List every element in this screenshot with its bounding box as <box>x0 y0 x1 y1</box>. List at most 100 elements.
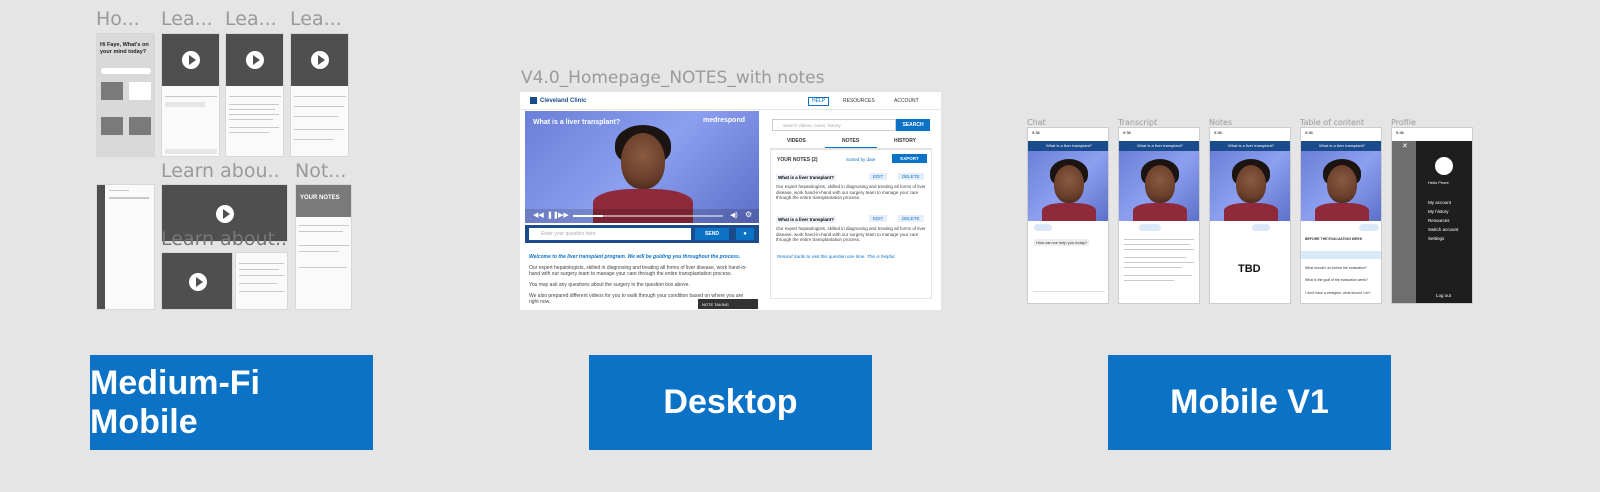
wireframe-learn-chat[interactable] <box>161 33 220 157</box>
label-profile[interactable]: Profile <box>1391 118 1416 127</box>
nav-resources[interactable]: RESOURCES <box>843 98 875 104</box>
toc-item[interactable]: I don't have a caregiver, what should I … <box>1305 291 1379 295</box>
wireframe-home[interactable]: Hi Faye, What's on your mind today? <box>96 33 155 157</box>
play-icon[interactable] <box>311 51 329 69</box>
wireframe-learn-transcript[interactable] <box>225 33 284 157</box>
chat-input[interactable] <box>165 149 217 154</box>
play-icon[interactable] <box>189 273 207 291</box>
avatar[interactable] <box>1435 157 1453 175</box>
medium-fi-mobile-button[interactable]: Medium-Fi Mobile <box>90 355 373 450</box>
delete-button[interactable]: DELETE <box>898 173 924 180</box>
phone-toc[interactable]: 9:36 What is a liver transplant? BEFORE … <box>1300 127 1382 304</box>
rewind-icon[interactable]: ◀◀ <box>533 211 544 219</box>
note-question[interactable]: What is a liver transplant? <box>776 216 837 223</box>
frame-label-learn-about[interactable]: Learn abou... <box>161 160 281 182</box>
phone-video[interactable] <box>1210 151 1290 221</box>
tab-chat[interactable] <box>1034 224 1052 231</box>
note-question[interactable]: What is a liver transplant? <box>776 174 837 181</box>
frame-label-desktop[interactable]: V4.0_Homepage_NOTES_with notes <box>521 68 824 88</box>
edit-button[interactable]: EDIT <box>869 173 888 180</box>
phone-transcript[interactable]: 9:36 What is a liver transplant? <box>1118 127 1200 304</box>
video-title: What is a liver transplant? <box>533 119 621 126</box>
search-button[interactable]: SEARCH <box>896 119 930 131</box>
wireframe-learn-notes[interactable] <box>290 33 349 157</box>
chat-input[interactable] <box>1033 291 1105 297</box>
play-icon[interactable] <box>182 51 200 69</box>
label-notes[interactable]: Notes <box>1209 118 1232 127</box>
toc-item-active[interactable] <box>1301 251 1381 259</box>
phone-video[interactable] <box>1301 151 1381 221</box>
notes-panel: YOUR NOTES (2) Sorted by date EXPORT Wha… <box>770 149 932 299</box>
label-toc[interactable]: Table of content <box>1300 118 1364 127</box>
tab-notes[interactable]: NOTES <box>842 138 859 144</box>
progress-bar[interactable] <box>573 215 723 217</box>
wireframe-transcript-panel[interactable] <box>235 252 288 310</box>
frame-label-learn-about-2[interactable]: Learn about... <box>161 228 286 250</box>
tab-content[interactable] <box>1359 224 1379 231</box>
phone-video[interactable] <box>1119 151 1199 221</box>
video-player[interactable]: What is a liver transplant? medrespond ◀… <box>525 111 759 223</box>
tab-notes[interactable] <box>1252 224 1270 231</box>
helpful-text[interactable]: Remind Sanbi to visit this question one … <box>777 254 927 259</box>
export-button[interactable]: EXPORT <box>892 154 927 163</box>
wireframe-notes[interactable]: YOUR NOTES <box>295 184 352 310</box>
video-controls[interactable]: ◀◀ ❚❚ ▶▶ ◀) ⚙ <box>525 209 759 223</box>
note-taking-toggle[interactable]: NOTE TAKING <box>698 299 758 309</box>
mobile-v1-button[interactable]: Mobile V1 <box>1108 355 1391 450</box>
logout-link[interactable]: Log out <box>1436 293 1451 298</box>
frame-label-learn-3[interactable]: Lea... <box>290 8 345 30</box>
wireframe-sidebar[interactable] <box>96 184 155 310</box>
search-input[interactable]: Search videos, notes, history <box>772 119 896 131</box>
phone-chat[interactable]: 9:36 What is a liver transplant? How can… <box>1027 127 1109 304</box>
menu-settings[interactable]: Settings <box>1428 236 1444 241</box>
phone-video[interactable] <box>1028 151 1108 221</box>
presenter-face <box>621 133 665 189</box>
chat-bubble <box>165 102 205 107</box>
settings-icon[interactable]: ⚙ <box>745 210 752 219</box>
menu-my-account[interactable]: My account <box>1428 200 1451 205</box>
tab-transcript[interactable] <box>1139 224 1161 231</box>
tab-videos[interactable]: VIDEOS <box>787 138 806 144</box>
send-button[interactable]: SEND <box>695 228 729 240</box>
play-icon[interactable] <box>216 205 234 223</box>
phone-notes[interactable]: 9:36 What is a liver transplant? TBD <box>1209 127 1291 304</box>
nav-account[interactable]: ACCOUNT <box>894 98 919 104</box>
mic-icon: ● <box>743 231 747 237</box>
home-tile[interactable] <box>101 117 123 135</box>
frame-label-learn-2[interactable]: Lea... <box>225 8 280 30</box>
toc-item[interactable]: What should I do before the evaluation? <box>1305 266 1379 270</box>
play-icon[interactable] <box>246 51 264 69</box>
label-chat[interactable]: Chat <box>1027 118 1046 127</box>
pause-icon[interactable]: ❚❚ <box>547 211 559 219</box>
frame-label-notes[interactable]: Not... <box>295 160 350 182</box>
question-input[interactable]: Enter your question here <box>529 228 691 240</box>
menu-resources[interactable]: Resources <box>1428 218 1450 223</box>
close-icon[interactable]: ✕ <box>1402 142 1408 150</box>
video-title: What is a liver transplant? <box>1228 143 1275 148</box>
cleveland-logo[interactable]: Cleveland Clinic <box>530 97 586 104</box>
tbd-text: TBD <box>1238 263 1261 275</box>
toc-item[interactable]: What is the goal of the evaluation week? <box>1305 278 1379 282</box>
wireframe-learn-about-small[interactable] <box>161 252 233 310</box>
frame-label-home[interactable]: Ho... <box>96 8 146 30</box>
toc-item[interactable]: BEFORE THE EVALUATION WEEK <box>1305 237 1362 241</box>
home-tile[interactable] <box>129 117 151 135</box>
volume-icon[interactable]: ◀) <box>730 211 738 219</box>
tab-history[interactable]: HISTORY <box>894 138 916 144</box>
transcript-para-2: You may ask any questions about the surg… <box>529 282 690 288</box>
edit-button[interactable]: EDIT <box>869 215 888 222</box>
help-button[interactable]: HELP <box>808 97 830 106</box>
mic-button[interactable]: ● <box>736 228 754 240</box>
frame-label-learn-1[interactable]: Lea... <box>161 8 216 30</box>
home-tile[interactable] <box>101 82 123 100</box>
home-input[interactable] <box>101 68 151 74</box>
label-transcript[interactable]: Transcript <box>1118 118 1157 127</box>
delete-button[interactable]: DELETE <box>898 215 924 222</box>
menu-my-history[interactable]: My history <box>1428 209 1449 214</box>
phone-profile[interactable]: 9:36 ✕ Hello Phore My account My history… <box>1391 127 1473 304</box>
sort-dropdown[interactable]: Sorted by date <box>846 157 875 162</box>
desktop-button[interactable]: Desktop <box>589 355 872 450</box>
menu-switch-account[interactable]: Switch account <box>1428 227 1458 232</box>
home-tile[interactable] <box>129 82 151 100</box>
forward-icon[interactable]: ▶▶ <box>558 211 569 219</box>
